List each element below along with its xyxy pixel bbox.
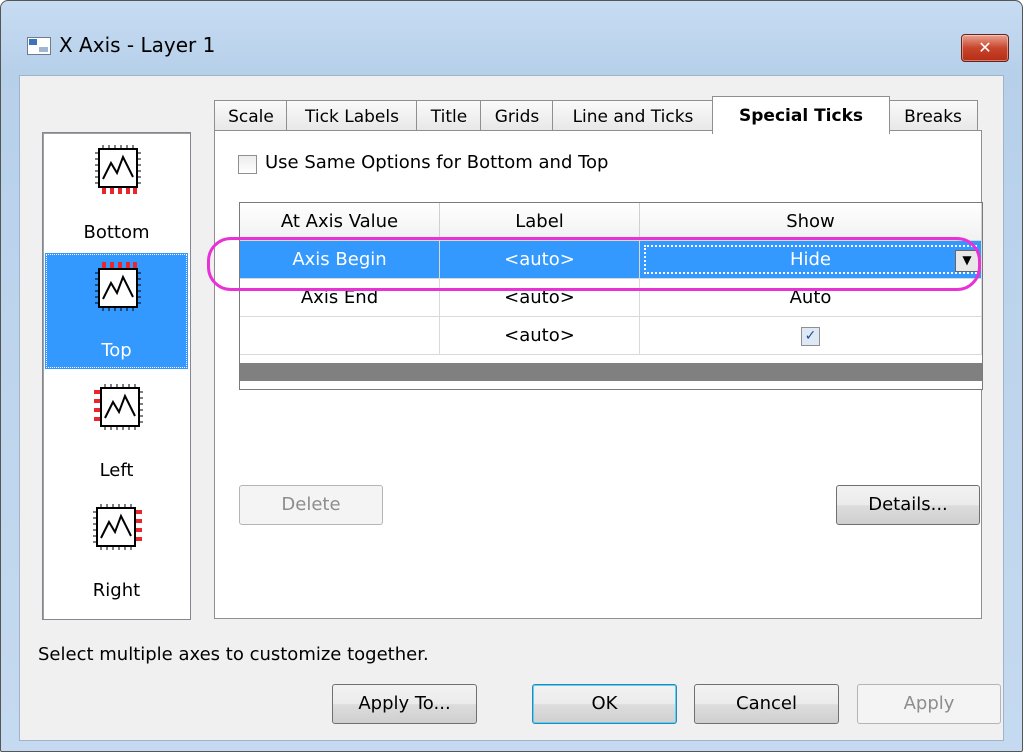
app-icon xyxy=(27,37,51,55)
table-row-cell-at[interactable] xyxy=(240,317,440,355)
show-checkbox[interactable]: ✓ xyxy=(801,326,820,346)
hint-text: Select multiple axes to customize togeth… xyxy=(38,644,429,665)
axis-list[interactable]: Bottom Top Left Right xyxy=(42,132,191,620)
close-button[interactable]: ✕ xyxy=(961,34,1009,62)
window-title: X Axis - Layer 1 xyxy=(59,33,216,57)
special-ticks-grid[interactable]: At Axis Value Label Show Axis Begin <aut… xyxy=(239,202,983,390)
table-row-cell-at[interactable]: Axis Begin xyxy=(240,241,440,279)
same-options-label: Use Same Options for Bottom and Top xyxy=(265,152,609,173)
special-ticks-panel: Use Same Options for Bottom and Top At A… xyxy=(214,130,983,619)
axis-label: Bottom xyxy=(83,222,150,243)
ok-button[interactable]: OK xyxy=(532,684,677,724)
title-bar: X Axis - Layer 1 ✕ xyxy=(1,1,1022,62)
dialog-window: X Axis - Layer 1 ✕ Bottom Top Left Right… xyxy=(0,0,1023,752)
column-header-label[interactable]: Label xyxy=(440,203,640,241)
axis-label: Left xyxy=(99,460,134,481)
show-dropdown[interactable]: Hide ▼ xyxy=(640,241,982,279)
tab-tick-labels[interactable]: Tick Labels xyxy=(286,100,418,133)
apply-button[interactable]: Apply xyxy=(857,684,1001,724)
close-icon: ✕ xyxy=(978,38,992,57)
apply-to-button[interactable]: Apply To... xyxy=(332,684,477,724)
table-row-cell-at[interactable]: Axis End xyxy=(240,279,440,317)
axis-right-icon xyxy=(93,504,142,550)
column-header-at-axis-value[interactable]: At Axis Value xyxy=(240,203,440,241)
tab-line-and-ticks[interactable]: Line and Ticks xyxy=(552,100,714,133)
axis-item-right[interactable]: Right xyxy=(45,493,188,609)
details-button[interactable]: Details... xyxy=(836,485,980,525)
tab-special-ticks[interactable]: Special Ticks xyxy=(712,96,890,134)
axis-bottom-icon xyxy=(95,145,141,194)
axis-top-icon xyxy=(95,262,141,311)
table-row-cell-show[interactable]: Auto xyxy=(640,279,982,317)
axis-item-bottom[interactable]: Bottom xyxy=(45,135,188,251)
table-row-cell-label[interactable]: <auto> xyxy=(440,317,640,355)
tab-scale[interactable]: Scale xyxy=(214,100,288,133)
table-row-cell-label[interactable]: <auto> xyxy=(440,279,640,317)
cancel-button[interactable]: Cancel xyxy=(694,684,839,724)
tab-breaks[interactable]: Breaks xyxy=(888,100,978,133)
axis-item-top[interactable]: Top xyxy=(45,253,188,369)
show-dropdown-value: Hide xyxy=(789,249,832,270)
same-options-checkbox[interactable] xyxy=(238,155,257,174)
chevron-down-icon[interactable]: ▼ xyxy=(955,250,979,272)
tab-grids[interactable]: Grids xyxy=(480,100,554,133)
column-header-show[interactable]: Show xyxy=(640,203,982,241)
delete-button[interactable]: Delete xyxy=(239,485,383,525)
axis-label: Top xyxy=(101,340,132,361)
table-row-cell-label[interactable]: <auto> xyxy=(440,241,640,279)
dialog-body: Bottom Top Left Right Scale Tick Labels … xyxy=(19,75,1004,741)
axis-left-icon xyxy=(94,384,143,430)
tab-title[interactable]: Title xyxy=(416,100,482,133)
axis-item-left[interactable]: Left xyxy=(45,373,188,489)
grid-footer-bar xyxy=(240,363,982,381)
axis-label: Right xyxy=(92,580,141,601)
table-row-cell-show[interactable]: ✓ xyxy=(640,317,982,355)
